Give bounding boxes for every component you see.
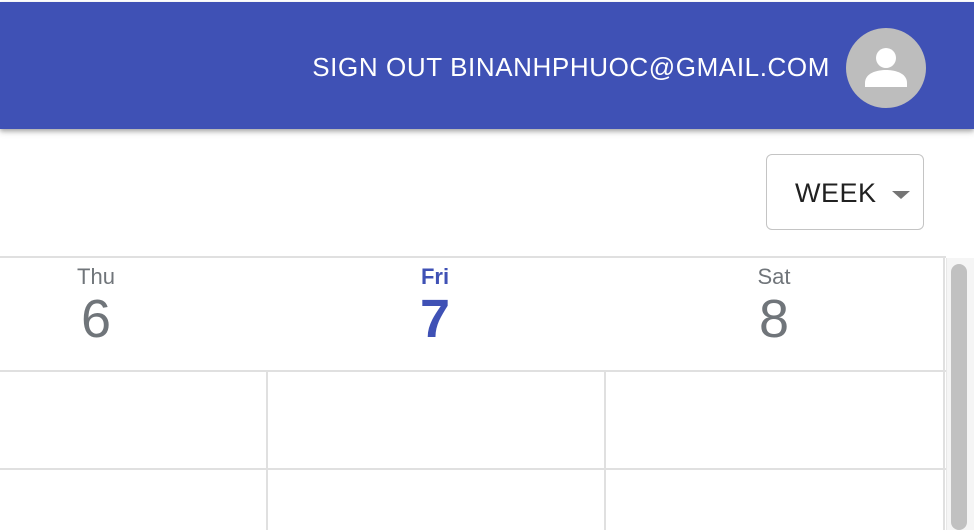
time-slot-sat[interactable] — [606, 470, 943, 530]
view-select[interactable]: WEEK — [766, 154, 924, 230]
time-slot-sat[interactable] — [606, 372, 943, 468]
sign-out-button[interactable]: SIGN OUT BINANHPHUOC@GMAIL.COM — [312, 50, 830, 84]
day-name: Sat — [757, 264, 791, 289]
chevron-down-icon — [892, 191, 910, 199]
view-select-value: WEEK — [795, 178, 877, 208]
scrollbar-thumb[interactable] — [951, 264, 967, 530]
avatar[interactable] — [846, 28, 926, 108]
day-number: 8 — [758, 289, 790, 349]
day-header-sat: Sat 8 — [724, 262, 824, 346]
time-slot-thu[interactable] — [0, 470, 266, 530]
day-number: 7 — [419, 289, 451, 349]
time-slot-thu[interactable] — [0, 372, 266, 468]
grid-column-line — [943, 258, 945, 530]
sign-out-label: SIGN OUT — [312, 52, 443, 82]
app-bar: SIGN OUT BINANHPHUOC@GMAIL.COM — [0, 2, 974, 129]
header-divider — [0, 256, 946, 258]
day-header-fri: Fri 7 — [385, 262, 485, 346]
time-slot-fri[interactable] — [268, 470, 604, 530]
day-name: Fri — [420, 264, 450, 289]
person-icon — [865, 48, 907, 87]
user-email: BINANHPHUOC@GMAIL.COM — [450, 52, 830, 82]
day-name: Thu — [77, 264, 115, 289]
day-header-thu: Thu 6 — [46, 262, 146, 346]
day-number: 6 — [80, 289, 112, 349]
time-slot-fri[interactable] — [268, 372, 604, 468]
